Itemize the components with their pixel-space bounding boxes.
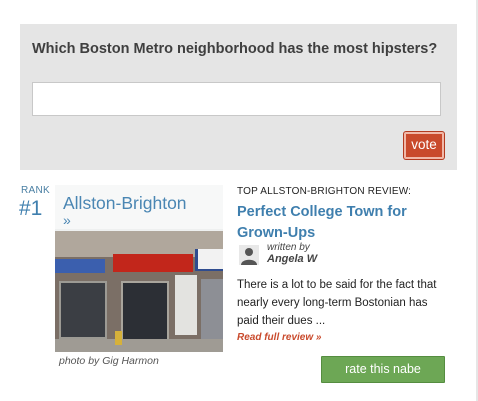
photo-sidewalk — [55, 339, 223, 352]
photo-pizza-sign — [113, 254, 193, 272]
photo-storefront-left — [59, 281, 107, 339]
poll-question: Which Boston Metro neighborhood has the … — [32, 41, 438, 57]
neighborhood-photo[interactable]: Allston-Brighton » — [55, 185, 223, 352]
neighborhood-name-link[interactable]: Allston-Brighton — [63, 193, 187, 214]
poll-box: Which Boston Metro neighborhood has the … — [20, 24, 457, 170]
photo-window-right — [175, 275, 197, 335]
photo-white-sign — [198, 249, 223, 269]
written-by-label: written by — [267, 242, 310, 253]
rank-number: #1 — [19, 197, 43, 220]
read-full-review-link[interactable]: Read full review » — [237, 332, 321, 343]
poll-answer-input[interactable] — [32, 82, 441, 116]
photo-storefront-center — [121, 281, 169, 345]
user-silhouette-icon — [239, 245, 259, 265]
photo-hydrant — [115, 331, 122, 345]
photo-window-far-right — [201, 279, 223, 339]
photo-credit: photo by Gig Harmon — [59, 355, 159, 367]
author-name: Angela W — [267, 253, 318, 265]
rank-label: RANK — [21, 185, 50, 196]
neighborhood-arrow[interactable]: » — [63, 212, 71, 228]
review-kicker: TOP ALLSTON-BRIGHTON REVIEW: — [237, 186, 412, 197]
photo-blue-sign — [55, 259, 105, 273]
vote-button[interactable]: vote — [404, 132, 444, 159]
review-title-link[interactable]: Perfect College Town for Grown-Ups — [237, 202, 427, 244]
review-excerpt: There is a lot to be said for the fact t… — [237, 279, 437, 327]
rate-this-nabe-button[interactable]: rate this nabe — [321, 356, 445, 383]
